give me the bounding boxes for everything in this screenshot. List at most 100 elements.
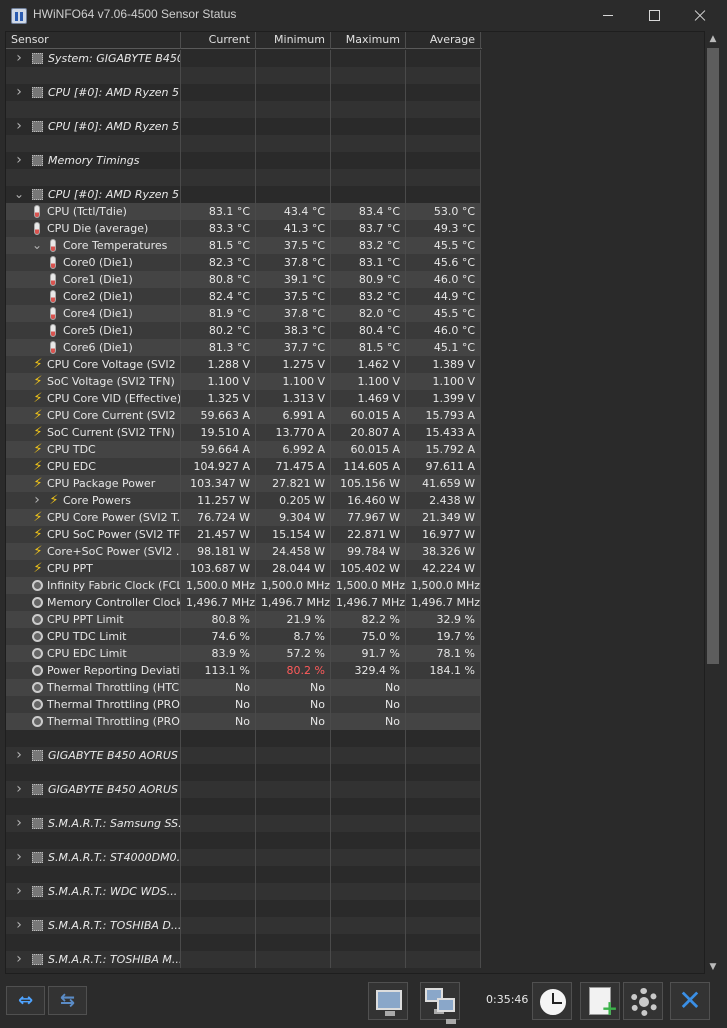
minimum-value: 21.9 % bbox=[256, 611, 331, 628]
sensor-row[interactable]: ⚡ CPU SoC Power (SVI2 TFN) 21.457 W 15.154 … bbox=[6, 526, 482, 543]
sensor-row[interactable]: ⌄ Core Temperatures 81.5 °C 37.5 °C 83.2 °C 4… bbox=[6, 237, 482, 254]
sensor-group-row[interactable]: › CPU [#0]: AMD Ryzen 5 ... bbox=[6, 84, 482, 101]
sensor-group-row[interactable]: › System: GIGABYTE B450... bbox=[6, 50, 482, 67]
current-value: No bbox=[181, 713, 256, 730]
sensor-label: CPU Core Current (SVI2 ... bbox=[47, 409, 181, 422]
sensor-row[interactable]: ⚡ CPU Core Current (SVI2 ... 59.663 A 6.991… bbox=[6, 407, 482, 424]
empty-cell bbox=[256, 798, 331, 815]
sensor-group-row[interactable]: › Memory Timings bbox=[6, 152, 482, 169]
sensor-row[interactable]: Thermal Throttling (PRO... No No No bbox=[6, 696, 482, 713]
empty-cell bbox=[331, 101, 406, 118]
minimize-button[interactable] bbox=[585, 0, 631, 31]
sensor-row[interactable]: Thermal Throttling (PRO... No No No bbox=[6, 713, 482, 730]
sensor-name-cell: ⌄ Core Temperatures bbox=[6, 237, 181, 254]
sensor-group-row[interactable]: › S.M.A.R.T.: TOSHIBA M... bbox=[6, 951, 482, 968]
sensor-group-row[interactable]: ⌄ CPU [#0]: AMD Ryzen 5 ... bbox=[6, 186, 482, 203]
sensor-row[interactable]: › ⚡ Core Powers 11.257 W 0.205 W 16.460 W 2.43… bbox=[6, 492, 482, 509]
sensor-row[interactable]: ⚡ CPU Core VID (Effective) 1.325 V 1.313 V1… bbox=[6, 390, 482, 407]
sensor-row[interactable]: Power Reporting Deviati... 113.1 % 80.2 % 3… bbox=[6, 662, 482, 679]
average-value: 53.0 °C bbox=[406, 203, 481, 220]
sensor-row[interactable]: ⚡ CPU Core Power (SVI2 T... 76.724 W 9.304 … bbox=[6, 509, 482, 526]
sensor-row[interactable]: ⚡ CPU EDC 104.927 A 71.475 A 114.605 A 97.611… bbox=[6, 458, 482, 475]
chevron-right-icon[interactable]: › bbox=[14, 849, 24, 866]
sensor-group-row[interactable]: › S.M.A.R.T.: TOSHIBA D... bbox=[6, 917, 482, 934]
sensor-group-row[interactable]: › CPU [#0]: AMD Ryzen 5 ... bbox=[6, 118, 482, 135]
empty-cell bbox=[181, 781, 256, 798]
sensor-row[interactable]: Core2 (Die1) 82.4 °C 37.5 °C 83.2 °C 44.9 °C bbox=[6, 288, 482, 305]
empty-cell bbox=[406, 781, 481, 798]
chevron-right-icon[interactable]: › bbox=[14, 917, 24, 934]
sensor-row[interactable]: Thermal Throttling (HTC) No No No bbox=[6, 679, 482, 696]
chevron-right-icon[interactable]: › bbox=[32, 492, 42, 509]
sensor-group-row[interactable]: › S.M.A.R.T.: WDC WDS... bbox=[6, 883, 482, 900]
minimum-value: 1.100 V bbox=[256, 373, 331, 390]
collapse-columns-button[interactable]: ⇆ bbox=[48, 986, 87, 1015]
settings-button[interactable] bbox=[623, 982, 663, 1020]
sensor-group-row[interactable]: › GIGABYTE B450 AORUS ... bbox=[6, 747, 482, 764]
chevron-down-icon[interactable]: ⌄ bbox=[14, 186, 24, 203]
chevron-right-icon[interactable]: › bbox=[14, 118, 24, 135]
sensor-row[interactable]: Core6 (Die1) 81.3 °C 37.7 °C 81.5 °C 45.1 °C bbox=[6, 339, 482, 356]
sensor-row[interactable]: Core1 (Die1) 80.8 °C 39.1 °C 80.9 °C 46.0 °C bbox=[6, 271, 482, 288]
chevron-right-icon[interactable]: › bbox=[14, 883, 24, 900]
sensor-row[interactable]: CPU PPT Limit 80.8 % 21.9 % 82.2 % 32.9 % bbox=[6, 611, 482, 628]
sensor-row[interactable]: CPU TDC Limit 74.6 % 8.7 % 75.0 % 19.7 % bbox=[6, 628, 482, 645]
scrollbar-thumb[interactable] bbox=[707, 48, 719, 664]
sensor-row[interactable]: Core4 (Die1) 81.9 °C 37.8 °C 82.0 °C 45.5 °C bbox=[6, 305, 482, 322]
bolt-icon: ⚡ bbox=[33, 527, 43, 542]
sensor-row[interactable]: ⚡ CPU Core Voltage (SVI2 ... 1.288 V 1.275 … bbox=[6, 356, 482, 373]
sensor-group-row[interactable]: › GIGABYTE B450 AORUS ... bbox=[6, 781, 482, 798]
chevron-right-icon[interactable]: › bbox=[14, 152, 24, 169]
sensor-row[interactable]: ⚡ Core+SoC Power (SVI2 ... 98.181 W 24.458 … bbox=[6, 543, 482, 560]
sensor-row[interactable]: Memory Controller Clock ...1,496.7 MHz1,… bbox=[6, 594, 482, 611]
empty-cell bbox=[181, 883, 256, 900]
scroll-down-icon[interactable]: ▼ bbox=[708, 962, 718, 972]
sensor-group-row[interactable]: › S.M.A.R.T.: ST4000DM0... bbox=[6, 849, 482, 866]
chevron-down-icon[interactable]: ⌄ bbox=[32, 237, 42, 254]
scroll-up-icon[interactable]: ▲ bbox=[708, 34, 718, 44]
empty-cell bbox=[181, 900, 256, 917]
expand-columns-button[interactable]: ⇔ bbox=[6, 986, 45, 1015]
network-monitor-button[interactable] bbox=[420, 982, 460, 1024]
column-header-minimum[interactable]: Minimum bbox=[256, 32, 331, 49]
close-sensors-button[interactable]: ✕ bbox=[670, 982, 710, 1020]
sensor-row[interactable]: Infinity Fabric Clock (FCLK) 1,500.0 MHz 1… bbox=[6, 577, 482, 594]
sensor-label: CPU (Tctl/Tdie) bbox=[47, 205, 127, 218]
column-header-sensor[interactable]: Sensor bbox=[6, 32, 181, 49]
average-value: 1.399 V bbox=[406, 390, 481, 407]
maximum-value: 60.015 A bbox=[331, 441, 406, 458]
column-header-maximum[interactable]: Maximum bbox=[331, 32, 406, 49]
logging-button[interactable] bbox=[580, 982, 620, 1020]
minimum-value: 41.3 °C bbox=[256, 220, 331, 237]
monitor-button[interactable] bbox=[368, 982, 408, 1020]
reset-timer-button[interactable] bbox=[532, 982, 572, 1020]
chevron-right-icon[interactable]: › bbox=[14, 781, 24, 798]
sensor-row[interactable]: ⚡ CPU PPT 103.687 W 28.044 W 105.402 W 42.224… bbox=[6, 560, 482, 577]
sensor-row[interactable]: Core5 (Die1) 80.2 °C 38.3 °C 80.4 °C 46.0 °C bbox=[6, 322, 482, 339]
average-value: 1,496.7 MHz bbox=[406, 594, 481, 611]
chevron-right-icon[interactable]: › bbox=[14, 50, 24, 67]
sensor-label: Infinity Fabric Clock (FCLK) bbox=[47, 579, 181, 592]
sensor-group-label: GIGABYTE B450 AORUS ... bbox=[48, 783, 181, 796]
sensor-row[interactable]: Core0 (Die1) 82.3 °C 37.8 °C 83.1 °C 45.6 °C bbox=[6, 254, 482, 271]
chevron-right-icon[interactable]: › bbox=[14, 84, 24, 101]
sensor-row[interactable]: CPU Die (average) 83.3 °C 41.3 °C 83.7 °C 49… bbox=[6, 220, 482, 237]
sensor-row[interactable]: ⚡ SoC Voltage (SVI2 TFN) 1.100 V 1.100 V 1.1… bbox=[6, 373, 482, 390]
chevron-right-icon[interactable]: › bbox=[14, 747, 24, 764]
vertical-scrollbar[interactable]: ▲ ▼ bbox=[705, 31, 721, 974]
chevron-right-icon[interactable]: › bbox=[14, 815, 24, 832]
sensor-row[interactable]: ⚡ CPU TDC 59.664 A 6.992 A 60.015 A 15.792 A bbox=[6, 441, 482, 458]
sensor-group-row[interactable]: › S.M.A.R.T.: Samsung SS... bbox=[6, 815, 482, 832]
column-header-current[interactable]: Current bbox=[181, 32, 256, 49]
maximize-button[interactable] bbox=[631, 0, 677, 31]
chevron-right-icon[interactable]: › bbox=[14, 951, 24, 968]
sensor-row[interactable]: ⚡ CPU Package Power 103.347 W 27.821 W 105.1… bbox=[6, 475, 482, 492]
close-window-button[interactable] bbox=[677, 0, 723, 31]
sensor-row[interactable]: CPU (Tctl/Tdie) 83.1 °C 43.4 °C 83.4 °C 53.0… bbox=[6, 203, 482, 220]
sensor-row[interactable]: CPU EDC Limit 83.9 % 57.2 % 91.7 % 78.1 % bbox=[6, 645, 482, 662]
empty-cell bbox=[256, 866, 331, 883]
current-value: 113.1 % bbox=[181, 662, 256, 679]
sensor-row[interactable]: ⚡ SoC Current (SVI2 TFN) 19.510 A 13.770 A2… bbox=[6, 424, 482, 441]
column-header-average[interactable]: Average bbox=[406, 32, 481, 49]
bottom-toolbar: ⇔ ⇆ 0:35:46 ✕ bbox=[0, 976, 727, 1028]
